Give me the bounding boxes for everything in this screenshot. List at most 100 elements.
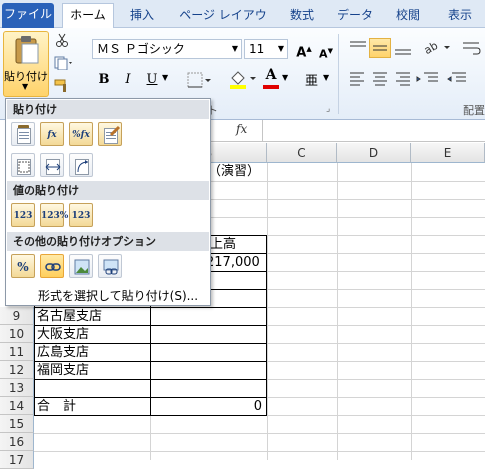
row-header-12[interactable]: 12 bbox=[0, 361, 34, 379]
align-bottom-icon[interactable] bbox=[393, 40, 413, 56]
align-middle-icon bbox=[373, 45, 387, 51]
font-dialog-launcher-icon[interactable]: ⌟ bbox=[326, 104, 330, 114]
cell-a11[interactable]: 広島支店 bbox=[37, 344, 89, 362]
chevron-down-icon: ▼ bbox=[231, 44, 238, 53]
font-color-swatch bbox=[263, 85, 279, 89]
values-percent-icon: 123% bbox=[41, 211, 69, 221]
column-header-d[interactable]: D bbox=[337, 143, 411, 163]
paste-option-no-borders[interactable] bbox=[11, 153, 35, 177]
row-header-14[interactable]: 14 bbox=[0, 397, 34, 415]
cell-a9[interactable]: 名古屋支店 bbox=[37, 308, 102, 326]
grow-font-glyph: A bbox=[296, 45, 307, 61]
paste-special-item[interactable]: 形式を選択して貼り付け(S)... bbox=[38, 287, 198, 304]
section-other-paste-options: その他の貼り付けオプション bbox=[7, 232, 209, 251]
format-painter-icon[interactable] bbox=[54, 79, 70, 93]
shrink-font-button[interactable]: A▼ bbox=[316, 41, 336, 61]
italic-button[interactable]: I bbox=[118, 70, 138, 90]
copy-icon[interactable] bbox=[54, 56, 74, 70]
row-header-17[interactable]: 17 bbox=[0, 451, 34, 469]
paste-option-keep-source-formatting[interactable] bbox=[98, 122, 122, 146]
chevron-down-icon[interactable]: ▼ bbox=[282, 73, 288, 82]
column-header-e[interactable]: E bbox=[411, 143, 485, 163]
transpose-icon bbox=[77, 160, 89, 173]
tab-view[interactable]: 表示 bbox=[440, 4, 480, 28]
paste-option-values[interactable]: 123 bbox=[11, 203, 35, 227]
paste-button[interactable]: 貼り付け ▼ bbox=[3, 31, 49, 97]
cut-icon[interactable] bbox=[55, 33, 69, 47]
paste-option-formulas-number-format[interactable]: %fx bbox=[69, 122, 93, 146]
cell-sales-value[interactable]: 217,000 bbox=[206, 254, 260, 272]
align-top-icon[interactable] bbox=[348, 40, 368, 54]
tab-file[interactable]: ファイル bbox=[2, 3, 54, 28]
underline-button[interactable]: U bbox=[142, 70, 162, 90]
paste-option-paste[interactable] bbox=[11, 122, 35, 146]
paste-option-linked-picture[interactable] bbox=[98, 254, 122, 278]
paste-options-menu: 貼り付け fx %fx 値の貼り付け 123 123% 123 その他の貼り付け… bbox=[5, 98, 211, 306]
wrap-text-icon[interactable] bbox=[461, 40, 481, 56]
clipboard-icon bbox=[15, 36, 39, 64]
orientation-icon[interactable]: ab bbox=[422, 38, 452, 56]
values-icon: 123 bbox=[13, 211, 33, 221]
row-header-10[interactable]: 10 bbox=[0, 325, 34, 343]
chevron-down-icon[interactable]: ▼ bbox=[162, 73, 168, 82]
section-paste-values: 値の貼り付け bbox=[7, 181, 209, 200]
tab-insert[interactable]: 挿入 bbox=[120, 4, 164, 28]
horizontal-align-icons[interactable] bbox=[348, 70, 478, 86]
percent-formula-icon: %fx bbox=[72, 130, 90, 140]
row-header-15[interactable]: 15 bbox=[0, 415, 34, 433]
insert-function-icon[interactable]: fx bbox=[236, 122, 247, 136]
tab-review[interactable]: 校閲 bbox=[388, 4, 428, 28]
cell-b14[interactable]: 0 bbox=[152, 398, 262, 416]
paste-option-link[interactable] bbox=[40, 254, 64, 278]
shrink-font-glyph: A bbox=[319, 47, 328, 61]
paste-option-picture[interactable] bbox=[69, 254, 93, 278]
formula-icon: fx bbox=[47, 130, 57, 140]
cell-a10[interactable]: 大阪支店 bbox=[37, 326, 89, 344]
svg-text:ab: ab bbox=[422, 39, 440, 56]
percent-brush-icon: % bbox=[17, 260, 29, 274]
paste-option-keep-column-widths[interactable] bbox=[40, 153, 64, 177]
row-header-11[interactable]: 11 bbox=[0, 343, 34, 361]
section-paste: 貼り付け bbox=[7, 100, 209, 119]
tab-home[interactable]: ホーム bbox=[62, 3, 114, 28]
formula-input[interactable] bbox=[262, 120, 485, 141]
chevron-down-icon[interactable]: ▼ bbox=[323, 73, 329, 82]
fill-color-icon[interactable] bbox=[228, 68, 258, 90]
column-header-c[interactable]: C bbox=[267, 143, 337, 163]
table-border bbox=[266, 235, 267, 415]
picture-icon bbox=[74, 259, 90, 275]
group-divider bbox=[338, 34, 339, 114]
alignment-group-label: 配置 bbox=[463, 104, 485, 117]
font-name-combo[interactable]: ＭＳ Ｐゴシック ▼ bbox=[92, 39, 242, 59]
cell-title[interactable]: （演習） bbox=[208, 163, 260, 181]
sheet-icon bbox=[17, 128, 31, 144]
paste-option-transpose[interactable] bbox=[69, 153, 93, 177]
tab-page-layout[interactable]: ページ レイアウト bbox=[176, 4, 270, 44]
font-color-button[interactable]: A bbox=[262, 67, 280, 83]
cell-header-sales[interactable]: 上高 bbox=[210, 236, 236, 254]
font-size-value: 11 bbox=[249, 42, 265, 56]
paste-option-values-number-format[interactable]: 123% bbox=[40, 203, 69, 227]
paste-option-values-source-format[interactable]: 123 bbox=[69, 203, 93, 227]
grow-font-button[interactable]: A▲ bbox=[294, 39, 314, 61]
chevron-down-icon: ▼ bbox=[22, 82, 29, 91]
tab-formulas[interactable]: 数式 bbox=[282, 4, 322, 28]
tab-data[interactable]: データ bbox=[334, 4, 376, 28]
linked-picture-icon bbox=[103, 259, 119, 275]
row-header-9[interactable]: 9 bbox=[0, 307, 34, 325]
ribbon-tab-bar: ファイル ホーム 挿入 ページ レイアウト 数式 データ 校閲 表示 bbox=[0, 0, 485, 44]
row-header-16[interactable]: 16 bbox=[0, 433, 34, 451]
align-middle-button[interactable] bbox=[369, 38, 391, 58]
phonetic-button[interactable]: 亜 bbox=[305, 70, 318, 89]
cell-a14[interactable]: 合 計 bbox=[37, 398, 76, 416]
borders-icon[interactable] bbox=[187, 72, 213, 88]
row-header-13[interactable]: 13 bbox=[0, 379, 34, 397]
link-icon bbox=[45, 263, 61, 271]
font-size-combo[interactable]: 11 ▼ bbox=[244, 39, 288, 59]
paste-option-formatting[interactable]: % bbox=[11, 254, 35, 278]
gridline bbox=[34, 433, 485, 434]
cell-a12[interactable]: 福岡支店 bbox=[37, 362, 89, 380]
bold-button[interactable]: B bbox=[94, 70, 114, 90]
paste-option-formulas[interactable]: fx bbox=[40, 122, 64, 146]
column-width-icon bbox=[45, 163, 61, 171]
